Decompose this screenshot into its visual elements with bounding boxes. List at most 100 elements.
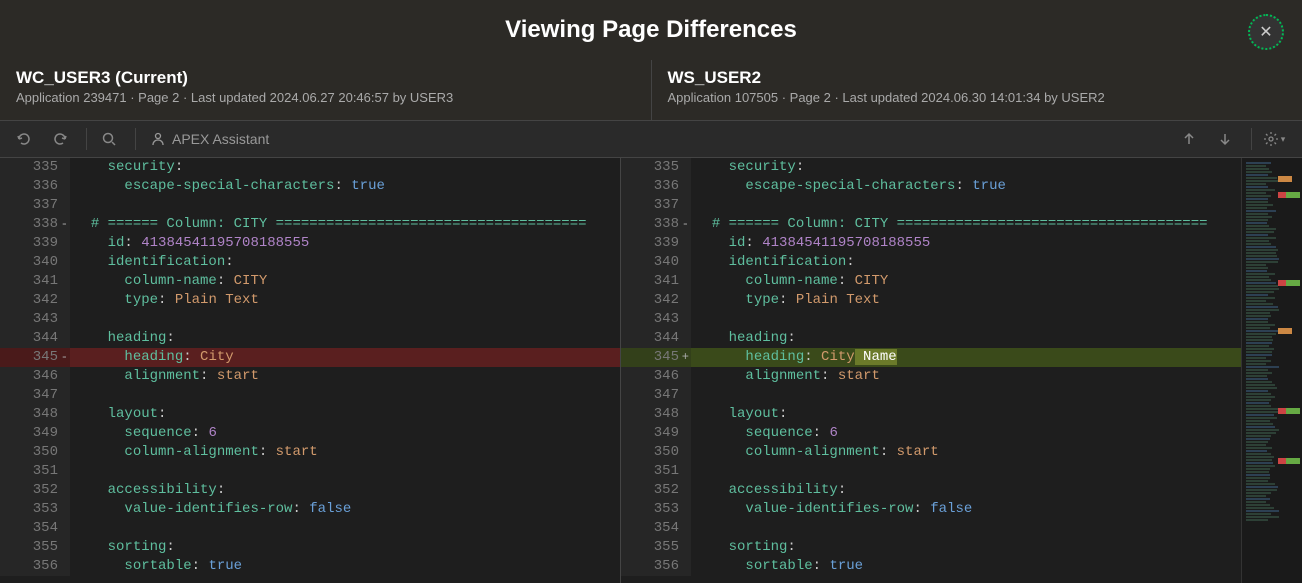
line-number: 340 <box>0 253 70 272</box>
line-number: 344 <box>621 329 691 348</box>
code-line: 336 escape-special-characters: true <box>0 177 620 196</box>
line-number: 335 <box>621 158 691 177</box>
code-line: 353 value-identifies-row: false <box>621 500 1241 519</box>
line-number: 349 <box>0 424 70 443</box>
code-line: 351 <box>0 462 620 481</box>
settings-button[interactable]: ▾ <box>1258 123 1290 155</box>
code-content: sorting: <box>691 538 1241 557</box>
code-content: value-identifies-row: false <box>70 500 620 519</box>
code-content: sequence: 6 <box>691 424 1241 443</box>
code-line: 343 <box>0 310 620 329</box>
line-number: 351 <box>621 462 691 481</box>
right-pane[interactable]: 335 security:336 escape-special-characte… <box>620 158 1241 583</box>
dialog-title: Viewing Page Differences <box>505 16 797 44</box>
code-line: 342 type: Plain Text <box>621 291 1241 310</box>
line-number: 349 <box>621 424 691 443</box>
code-content: id: 41384541195708188555 <box>691 234 1241 253</box>
code-line: 345+ heading: City Name <box>621 348 1241 367</box>
line-number: 353 <box>621 500 691 519</box>
line-number: 341 <box>0 272 70 291</box>
line-number: 352 <box>0 481 70 500</box>
line-number: 336 <box>0 177 70 196</box>
line-number: 337 <box>621 196 691 215</box>
code-content: column-alignment: start <box>691 443 1241 462</box>
code-line: 336 escape-special-characters: true <box>621 177 1241 196</box>
line-number: 337 <box>0 196 70 215</box>
line-number: 356 <box>0 557 70 576</box>
code-line: 351 <box>621 462 1241 481</box>
title-bar: Viewing Page Differences ✕ <box>0 0 1302 60</box>
left-pane[interactable]: 335 security:336 escape-special-characte… <box>0 158 620 583</box>
line-number: 339 <box>621 234 691 253</box>
line-number: 355 <box>0 538 70 557</box>
redo-icon <box>52 131 68 147</box>
code-line: 338- # ====== Column: CITY =============… <box>0 215 620 234</box>
line-number: 353 <box>0 500 70 519</box>
code-line: 339 id: 41384541195708188555 <box>0 234 620 253</box>
code-content <box>70 310 620 329</box>
toolbar: APEX Assistant ▾ <box>0 120 1302 158</box>
code-content: security: <box>70 158 620 177</box>
code-content <box>691 196 1241 215</box>
code-content: heading: <box>70 329 620 348</box>
left-title: WC_USER3 (Current) <box>16 68 635 88</box>
line-number: 347 <box>621 386 691 405</box>
code-line: 337 <box>621 196 1241 215</box>
code-line: 356 sortable: true <box>0 557 620 576</box>
close-button[interactable]: ✕ <box>1248 14 1284 50</box>
code-line: 341 column-name: CITY <box>0 272 620 291</box>
separator <box>86 128 87 150</box>
code-content: heading: City <box>70 348 620 367</box>
code-line: 347 <box>621 386 1241 405</box>
line-number: 347 <box>0 386 70 405</box>
line-number: 354 <box>0 519 70 538</box>
code-line: 348 layout: <box>621 405 1241 424</box>
apex-assistant-button[interactable]: APEX Assistant <box>142 131 277 147</box>
line-number: 350 <box>621 443 691 462</box>
line-number: 344 <box>0 329 70 348</box>
undo-button[interactable] <box>8 123 40 155</box>
code-line: 348 layout: <box>0 405 620 424</box>
code-content <box>70 196 620 215</box>
code-line: 344 heading: <box>0 329 620 348</box>
line-number: 356 <box>621 557 691 576</box>
redo-button[interactable] <box>44 123 76 155</box>
code-line: 341 column-name: CITY <box>621 272 1241 291</box>
code-line: 339 id: 41384541195708188555 <box>621 234 1241 253</box>
code-content: layout: <box>691 405 1241 424</box>
code-line: 335 security: <box>621 158 1241 177</box>
minimap[interactable] <box>1241 158 1302 583</box>
search-button[interactable] <box>93 123 125 155</box>
left-meta: WC_USER3 (Current) Application 239471 · … <box>0 60 651 120</box>
code-line: 340 identification: <box>0 253 620 272</box>
line-number: 340 <box>621 253 691 272</box>
search-icon <box>101 131 117 147</box>
assistant-icon <box>150 131 166 147</box>
code-content: accessibility: <box>691 481 1241 500</box>
code-line: 337 <box>0 196 620 215</box>
code-line: 343 <box>621 310 1241 329</box>
line-number: 354 <box>621 519 691 538</box>
next-diff-button[interactable] <box>1209 123 1241 155</box>
code-content: accessibility: <box>70 481 620 500</box>
code-content: sequence: 6 <box>70 424 620 443</box>
code-line: 353 value-identifies-row: false <box>0 500 620 519</box>
right-subtitle: Application 107505 · Page 2 · Last updat… <box>668 90 1287 105</box>
code-line: 344 heading: <box>621 329 1241 348</box>
minimap-lines <box>1246 162 1278 581</box>
line-number: 339 <box>0 234 70 253</box>
code-content: sortable: true <box>691 557 1241 576</box>
line-number: 343 <box>0 310 70 329</box>
code-content: sorting: <box>70 538 620 557</box>
code-content: type: Plain Text <box>691 291 1241 310</box>
code-content: column-name: CITY <box>691 272 1241 291</box>
line-number: 355 <box>621 538 691 557</box>
code-line: 352 accessibility: <box>621 481 1241 500</box>
line-number: 336 <box>621 177 691 196</box>
line-number: 342 <box>0 291 70 310</box>
line-number: 346 <box>0 367 70 386</box>
code-content: identification: <box>70 253 620 272</box>
prev-diff-button[interactable] <box>1173 123 1205 155</box>
code-content: layout: <box>70 405 620 424</box>
code-line: 354 <box>621 519 1241 538</box>
